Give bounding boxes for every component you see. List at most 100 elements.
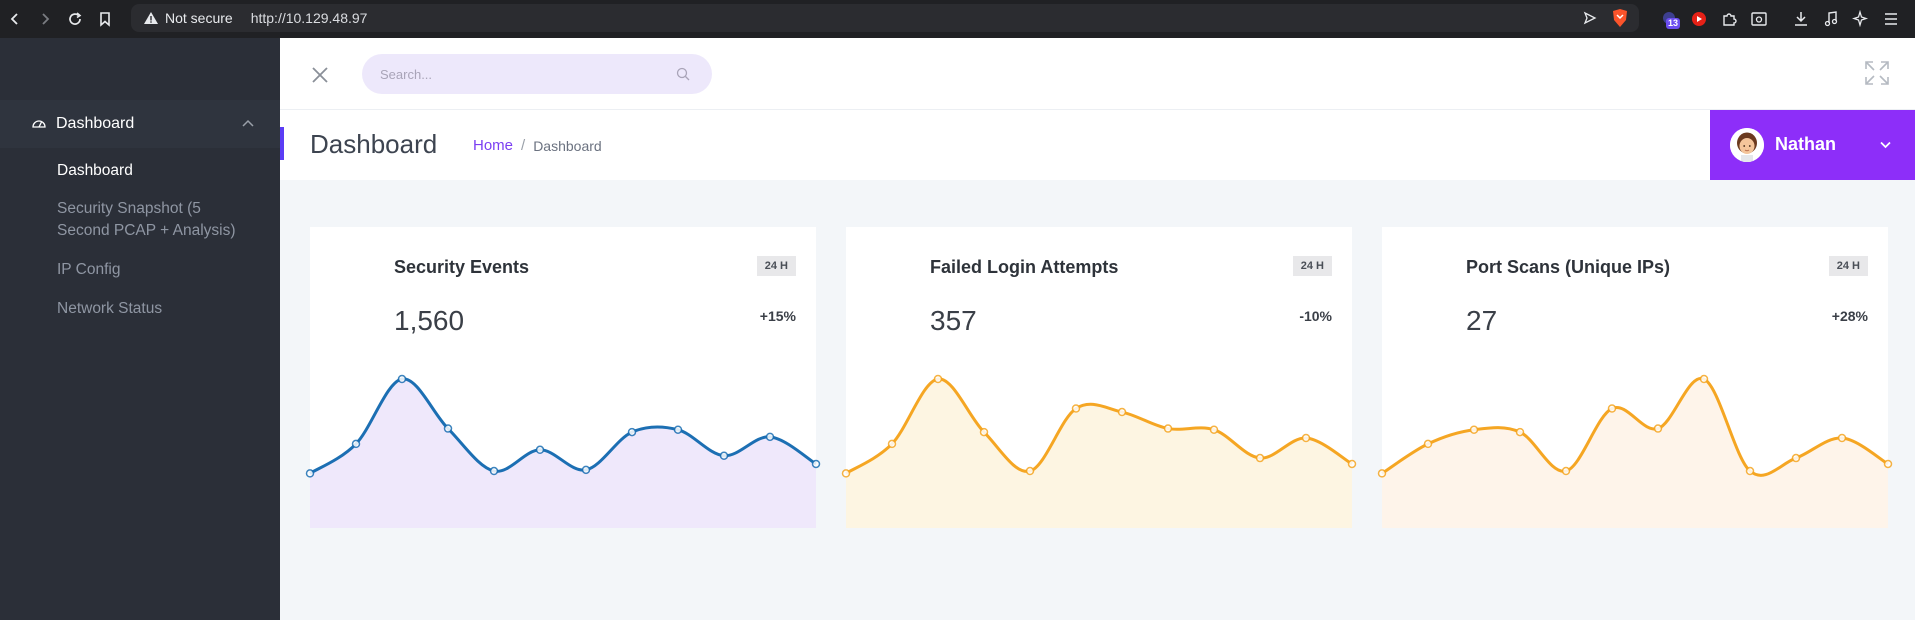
- music-note-icon: [1824, 11, 1838, 27]
- chart-point[interactable]: [397, 374, 407, 384]
- chart-point[interactable]: [443, 424, 453, 433]
- page-header-accent: [280, 127, 284, 160]
- chart-point[interactable]: [1561, 466, 1571, 476]
- leo-ai-button[interactable]: [1852, 10, 1870, 28]
- chart-point[interactable]: [1301, 433, 1311, 443]
- card-port-scans: Port Scans (Unique IPs) 24 H 27 +28%: [1377, 227, 1893, 528]
- chart-point[interactable]: [1423, 439, 1433, 449]
- port-scans-chart: [1377, 374, 1893, 528]
- downloads-button[interactable]: [1792, 10, 1810, 28]
- search-icon[interactable]: [676, 67, 690, 81]
- card-change: +15%: [759, 308, 796, 324]
- chart-point[interactable]: [351, 439, 361, 449]
- bookmark-icon: [100, 12, 110, 27]
- download-icon: [1795, 12, 1807, 26]
- security-events-chart: [305, 374, 821, 528]
- card-failed-logins: Failed Login Attempts 24 H 357 -10%: [841, 227, 1357, 528]
- reload-icon: [69, 12, 82, 25]
- sidebar-section-label: Dashboard: [56, 115, 135, 132]
- chart-point[interactable]: [1469, 425, 1479, 434]
- chart-point[interactable]: [305, 469, 315, 478]
- chart-area: [310, 378, 816, 528]
- chart-point[interactable]: [887, 439, 897, 449]
- send-icon[interactable]: [1583, 11, 1597, 25]
- top-header: [280, 38, 1915, 110]
- card-security-events: Security Events 24 H 1,560 +15%: [305, 227, 821, 528]
- puzzle-icon: [1723, 13, 1737, 26]
- sidebar-item-network-status[interactable]: Network Status: [57, 298, 257, 320]
- chart-point[interactable]: [1163, 424, 1173, 433]
- breadcrumb-current: Dashboard: [533, 137, 602, 154]
- chart-point[interactable]: [719, 451, 729, 460]
- chart-point[interactable]: [1255, 453, 1265, 463]
- time-range-badge[interactable]: 24 H: [756, 256, 796, 276]
- card-title: Port Scans (Unique IPs): [1466, 257, 1671, 277]
- search-tab-button[interactable]: [1750, 10, 1768, 28]
- card-change: -10%: [1299, 308, 1332, 324]
- search-input[interactable]: [380, 54, 660, 94]
- breadcrumb-separator: /: [521, 137, 526, 154]
- chevron-right-icon: [42, 13, 50, 25]
- chart-point[interactable]: [933, 374, 943, 384]
- card-title: Security Events: [394, 257, 530, 277]
- extensions-button[interactable]: [1720, 10, 1738, 28]
- chart-point[interactable]: [1347, 459, 1357, 469]
- chevron-left-icon: [10, 13, 18, 25]
- extension-badge-button[interactable]: 13: [1660, 10, 1681, 29]
- chart-point[interactable]: [1745, 466, 1755, 476]
- chart-point[interactable]: [1071, 404, 1081, 413]
- chart-point[interactable]: [1837, 433, 1847, 443]
- avatar: [1730, 128, 1764, 162]
- chevron-up-icon: [242, 119, 254, 127]
- time-range-badge[interactable]: 24 H: [1292, 256, 1332, 276]
- browser-toolbar: Not secure http://10.129.48.97 13: [0, 0, 1915, 38]
- user-avatar-icon: [1730, 128, 1764, 162]
- sidebar-item-ip-config[interactable]: IP Config: [57, 259, 257, 281]
- forward-button[interactable]: [30, 0, 60, 38]
- chart-point[interactable]: [489, 466, 499, 476]
- chart-point[interactable]: [627, 427, 637, 437]
- breadcrumb-home-link[interactable]: Home: [473, 137, 513, 154]
- url-text[interactable]: http://10.129.48.97: [251, 10, 368, 26]
- back-button[interactable]: [0, 0, 30, 38]
- chart-point[interactable]: [1883, 459, 1893, 469]
- window-search-icon: [1751, 12, 1767, 26]
- media-button[interactable]: [1822, 10, 1840, 28]
- fullscreen-icon[interactable]: [1864, 60, 1890, 86]
- time-range-badge[interactable]: 24 H: [1828, 256, 1868, 276]
- page-title: Dashboard: [310, 129, 438, 159]
- hamburger-menu-icon: [1885, 13, 1897, 25]
- chart-point[interactable]: [1653, 424, 1663, 433]
- chart-point[interactable]: [581, 465, 591, 475]
- chart-point[interactable]: [1025, 466, 1035, 476]
- close-sidebar-icon[interactable]: [311, 66, 329, 84]
- reload-button[interactable]: [60, 0, 90, 38]
- sidebar-item-dashboard[interactable]: Dashboard: [57, 160, 257, 182]
- chart-point[interactable]: [1791, 453, 1801, 463]
- page-header: Dashboard Home / Dashboard Nathan: [280, 110, 1915, 180]
- card-value: 27: [1466, 305, 1498, 336]
- youtube-extension-button[interactable]: [1690, 10, 1708, 28]
- chart-point[interactable]: [841, 469, 851, 478]
- dashboard-gauge-icon: [32, 120, 46, 128]
- card-title: Failed Login Attempts: [930, 257, 1119, 277]
- chart-area: [1382, 378, 1888, 528]
- chart-point[interactable]: [1699, 374, 1709, 384]
- chart-point[interactable]: [1515, 427, 1525, 437]
- chart-point[interactable]: [979, 427, 989, 437]
- address-bar[interactable]: Not secure http://10.129.48.97: [131, 4, 1639, 32]
- user-menu-button[interactable]: Nathan: [1710, 110, 1915, 180]
- chart-point[interactable]: [811, 459, 821, 469]
- sidebar-section-dashboard[interactable]: Dashboard: [0, 100, 280, 148]
- menu-button[interactable]: [1882, 10, 1900, 28]
- chart-point[interactable]: [1117, 407, 1127, 417]
- chart-point[interactable]: [1377, 469, 1387, 478]
- chart-point[interactable]: [535, 445, 545, 455]
- chart-point[interactable]: [673, 425, 683, 434]
- chart-point[interactable]: [765, 432, 775, 442]
- bookmark-button[interactable]: [90, 0, 120, 38]
- chart-point[interactable]: [1209, 425, 1219, 434]
- chart-point[interactable]: [1607, 404, 1617, 413]
- brave-shield-icon[interactable]: [1611, 8, 1629, 28]
- sidebar-item-security-snapshot[interactable]: Security Snapshot (5 Second PCAP + Analy…: [57, 198, 257, 242]
